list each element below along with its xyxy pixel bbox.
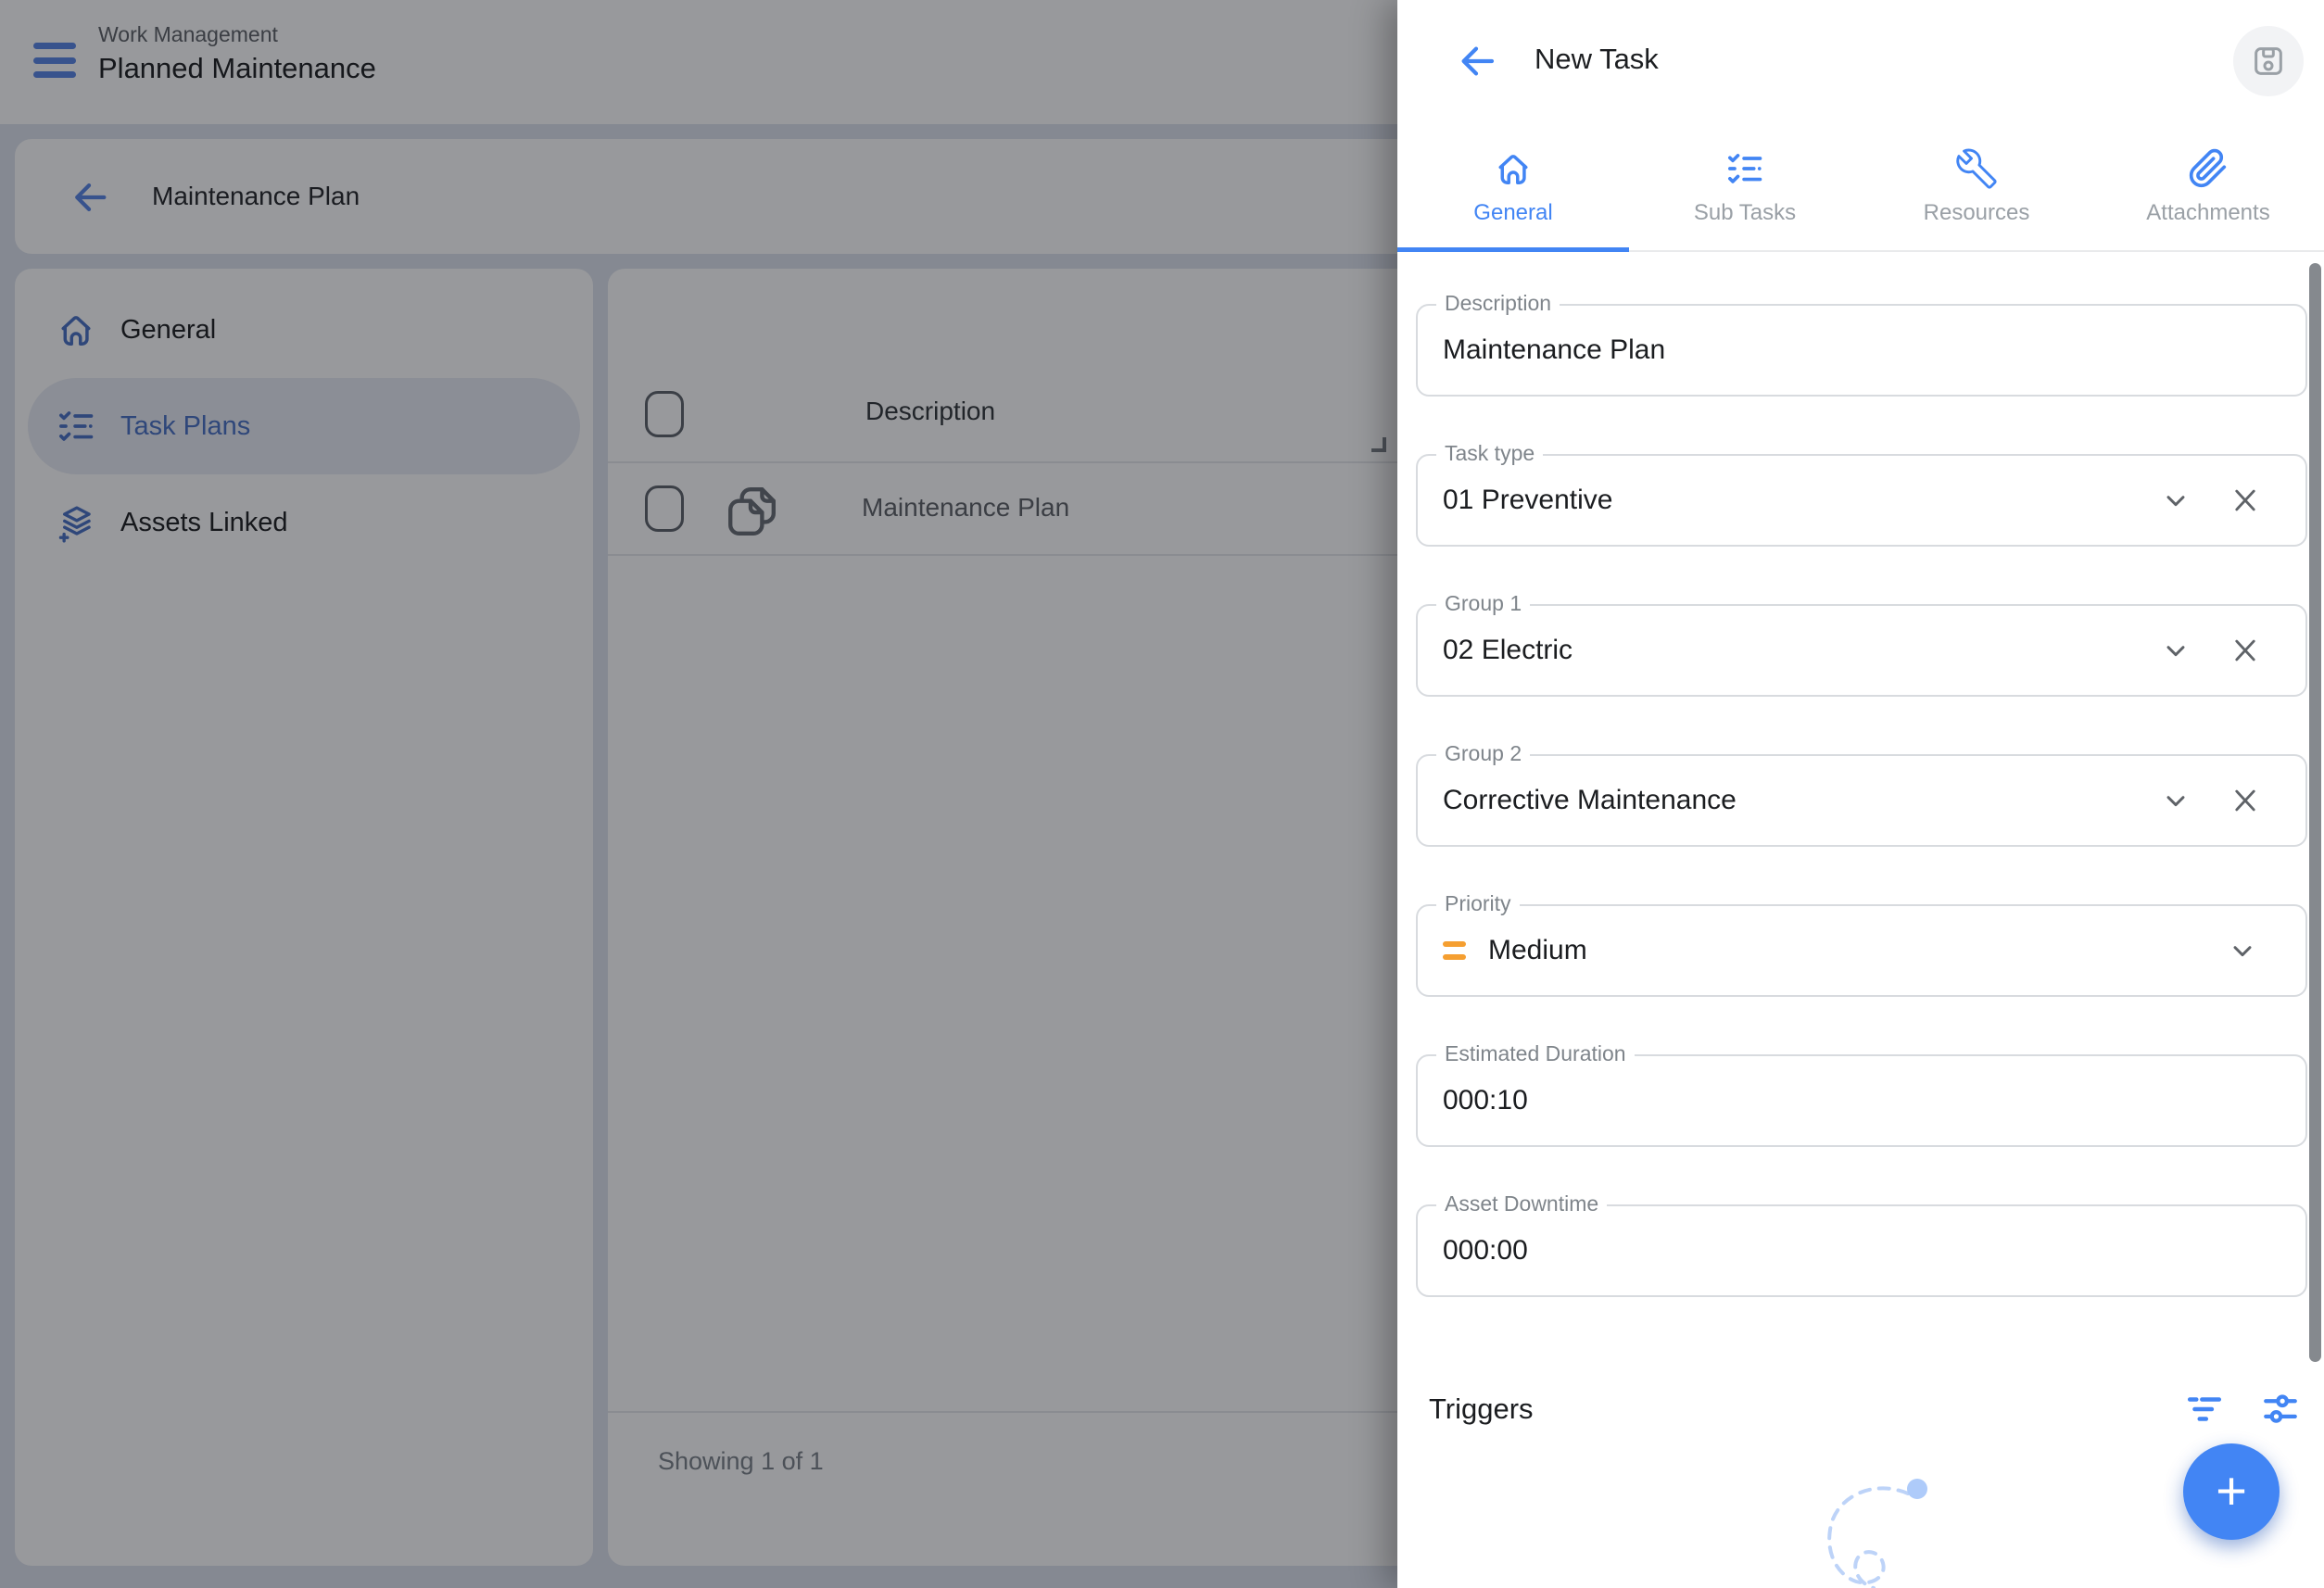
new-task-drawer: New Task General: [1397, 0, 2324, 1588]
drawer-title: New Task: [1535, 43, 1659, 76]
asset-downtime-field[interactable]: Asset Downtime: [1416, 1204, 2307, 1297]
screen: Work Management Planned Maintenance Main…: [0, 0, 2324, 1588]
field-label: Estimated Duration: [1436, 1041, 1635, 1066]
priority-medium-icon: [1443, 941, 1466, 960]
tab-label: Resources: [1924, 200, 2030, 226]
estimated-duration-input[interactable]: [1443, 1085, 2166, 1116]
tab-label: General: [1473, 200, 1552, 226]
save-button[interactable]: [2233, 26, 2304, 96]
tab-label: Sub Tasks: [1694, 200, 1796, 226]
field-label: Priority: [1436, 891, 1520, 916]
add-trigger-fab[interactable]: +: [2183, 1443, 2280, 1540]
wrench-icon: [1956, 148, 1997, 189]
chevron-down-icon[interactable]: [2228, 936, 2257, 965]
tune-sliders-icon[interactable]: [2261, 1390, 2300, 1429]
checklist-icon: [1724, 148, 1765, 189]
task-type-value: 01 Preventive: [1443, 485, 1612, 516]
field-label: Description: [1436, 291, 1560, 316]
group1-field[interactable]: Group 1 02 Electric: [1416, 604, 2307, 697]
save-floppy-icon: [2250, 43, 2287, 80]
field-label: Task type: [1436, 441, 1543, 466]
estimated-duration-field[interactable]: Estimated Duration: [1416, 1054, 2307, 1147]
priority-field[interactable]: Priority Medium: [1416, 904, 2307, 997]
filter-lines-icon[interactable]: [2185, 1390, 2224, 1429]
task-type-field[interactable]: Task type 01 Preventive: [1416, 454, 2307, 547]
triggers-section-header: Triggers: [1429, 1390, 2300, 1429]
description-field[interactable]: Description: [1416, 304, 2307, 397]
tab-attachments[interactable]: Attachments: [2092, 124, 2324, 250]
field-label: Asset Downtime: [1436, 1191, 1607, 1216]
chevron-down-icon[interactable]: [2161, 636, 2191, 665]
clear-icon[interactable]: [2229, 635, 2261, 666]
paperclip-icon: [2188, 148, 2229, 189]
asset-downtime-input[interactable]: [1443, 1235, 2166, 1267]
home-icon: [1493, 148, 1534, 189]
triggers-title: Triggers: [1429, 1393, 1534, 1426]
chevron-down-icon[interactable]: [2161, 786, 2191, 815]
chevron-down-icon[interactable]: [2161, 485, 2191, 515]
tab-general[interactable]: General: [1397, 124, 1629, 250]
clear-icon[interactable]: [2229, 785, 2261, 816]
clear-icon[interactable]: [2229, 485, 2261, 516]
plus-icon: +: [2216, 1465, 2247, 1519]
drawer-header: New Task: [1397, 0, 2324, 124]
group1-value: 02 Electric: [1443, 635, 1572, 666]
group2-field[interactable]: Group 2 Corrective Maintenance: [1416, 754, 2307, 847]
field-label: Group 1: [1436, 591, 1530, 616]
drawer-form: Description Task type 01 Preventive Grou…: [1397, 252, 2324, 1588]
drawer-back-arrow-icon[interactable]: [1455, 39, 1499, 83]
tab-label: Attachments: [2146, 200, 2269, 226]
tab-resources[interactable]: Resources: [1861, 124, 2092, 250]
group2-value: Corrective Maintenance: [1443, 785, 1737, 816]
priority-value: Medium: [1488, 935, 1587, 966]
tab-sub-tasks[interactable]: Sub Tasks: [1629, 124, 1861, 250]
field-label: Group 2: [1436, 741, 1530, 766]
drawer-scrollbar[interactable]: [2309, 263, 2321, 1362]
description-input[interactable]: [1443, 334, 2166, 366]
drawer-tabs: General Sub Tasks Resour: [1397, 124, 2324, 252]
